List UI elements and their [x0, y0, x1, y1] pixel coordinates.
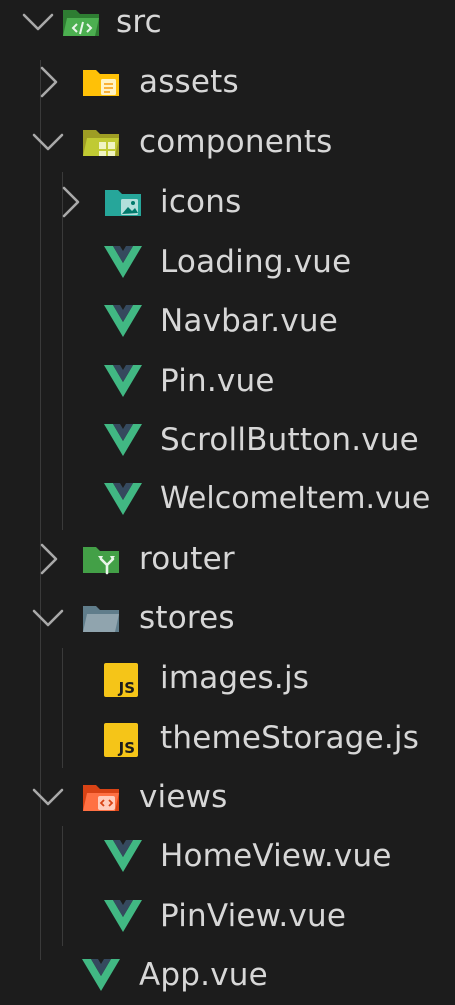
vue-icon — [104, 246, 142, 278]
tree-item-label: HomeView.vue — [160, 838, 392, 874]
tree-item-themestorage-js[interactable]: JS themeStorage.js — [0, 708, 455, 768]
tree-item-pinview-vue[interactable]: PinView.vue — [0, 886, 455, 946]
folder-router-icon — [83, 547, 119, 575]
folder-open-icon — [83, 606, 119, 632]
vue-icon — [104, 840, 142, 872]
javascript-icon: JS — [104, 663, 138, 697]
tree-item-label: assets — [139, 64, 239, 100]
tree-item-label: themeStorage.js — [160, 720, 420, 756]
chevron-right-icon[interactable] — [52, 184, 88, 220]
tree-item-label: ScrollButton.vue — [160, 422, 419, 458]
tree-item-label: views — [139, 779, 228, 815]
tree-item-label: Navbar.vue — [160, 303, 339, 339]
folder-components-open-icon — [83, 130, 119, 156]
chevron-right-icon[interactable] — [30, 541, 66, 577]
chevron-right-icon[interactable] — [30, 64, 66, 100]
vue-icon — [104, 424, 142, 456]
tree-item-label: PinView.vue — [160, 898, 347, 934]
vue-icon — [82, 959, 120, 991]
tree-item-assets[interactable]: assets — [0, 52, 455, 112]
chevron-down-icon[interactable] — [30, 124, 66, 160]
tree-item-label: stores — [139, 600, 235, 636]
file-explorer-tree: src assets components icons Loading.vue … — [0, 0, 455, 993]
vue-icon — [104, 483, 142, 515]
javascript-icon: JS — [104, 723, 138, 757]
tree-item-label: Pin.vue — [160, 363, 275, 399]
chevron-down-icon[interactable] — [20, 4, 56, 40]
chevron-down-icon[interactable] — [30, 779, 66, 815]
tree-item-stores[interactable]: stores — [0, 588, 455, 648]
tree-item-label: icons — [160, 184, 242, 220]
tree-item-label: App.vue — [139, 957, 268, 993]
tree-item-router[interactable]: router — [0, 529, 455, 589]
tree-item-icons[interactable]: icons — [0, 172, 455, 232]
chevron-down-icon[interactable] — [30, 600, 66, 636]
tree-item-label: components — [139, 124, 333, 160]
tree-item-components[interactable]: components — [0, 112, 455, 172]
tree-item-homeview-vue[interactable]: HomeView.vue — [0, 826, 455, 886]
tree-item-label: src — [116, 4, 162, 40]
js-badge-text: JS — [118, 679, 135, 697]
tree-item-welcomeitem-vue[interactable]: WelcomeItem.vue — [0, 469, 455, 529]
folder-images-icon — [105, 190, 141, 216]
tree-item-images-js[interactable]: JS images.js — [0, 648, 455, 708]
tree-item-label: WelcomeItem.vue — [160, 481, 431, 516]
tree-item-app-vue[interactable]: App.vue — [0, 945, 455, 1005]
tree-item-src[interactable]: src — [0, 0, 455, 52]
js-badge-text: JS — [118, 739, 135, 757]
tree-item-label: images.js — [160, 660, 310, 696]
tree-item-navbar-vue[interactable]: Navbar.vue — [0, 291, 455, 351]
vue-icon — [104, 365, 142, 397]
tree-item-scrollbutton-vue[interactable]: ScrollButton.vue — [0, 410, 455, 470]
folder-src-open-icon — [63, 10, 99, 36]
tree-item-label: Loading.vue — [160, 244, 352, 280]
vue-icon — [104, 305, 142, 337]
vue-icon — [104, 900, 142, 932]
tree-item-views[interactable]: views — [0, 767, 455, 827]
folder-assets-icon — [83, 70, 119, 96]
tree-item-label: router — [139, 541, 235, 577]
folder-views-open-icon — [83, 785, 119, 811]
tree-item-loading-vue[interactable]: Loading.vue — [0, 232, 455, 292]
tree-item-pin-vue[interactable]: Pin.vue — [0, 351, 455, 411]
